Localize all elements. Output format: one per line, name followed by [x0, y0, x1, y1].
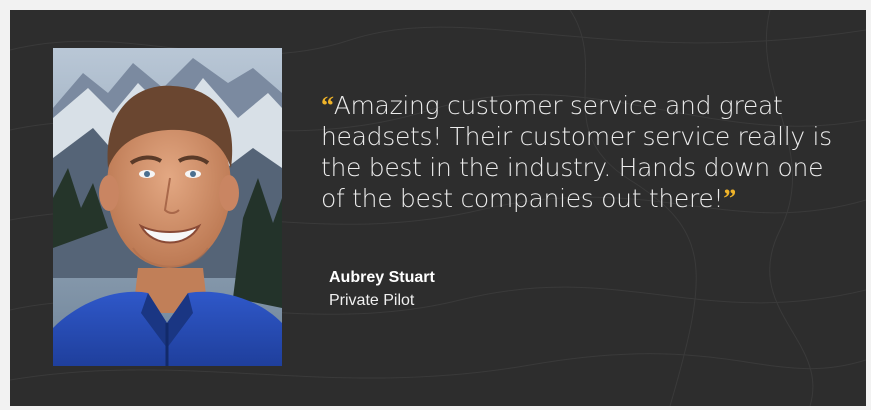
quote-text: Amazing customer service and great heads… [321, 91, 832, 213]
testimonial-quote: “Amazing customer service and great head… [321, 90, 841, 214]
author-photo [53, 48, 282, 366]
author-title: Private Pilot [329, 292, 415, 309]
testimonial-card: “Amazing customer service and great head… [10, 10, 866, 406]
author-name: Aubrey Stuart [329, 269, 435, 286]
open-quote-mark: “ [321, 91, 334, 120]
close-quote-mark: ” [723, 184, 736, 213]
